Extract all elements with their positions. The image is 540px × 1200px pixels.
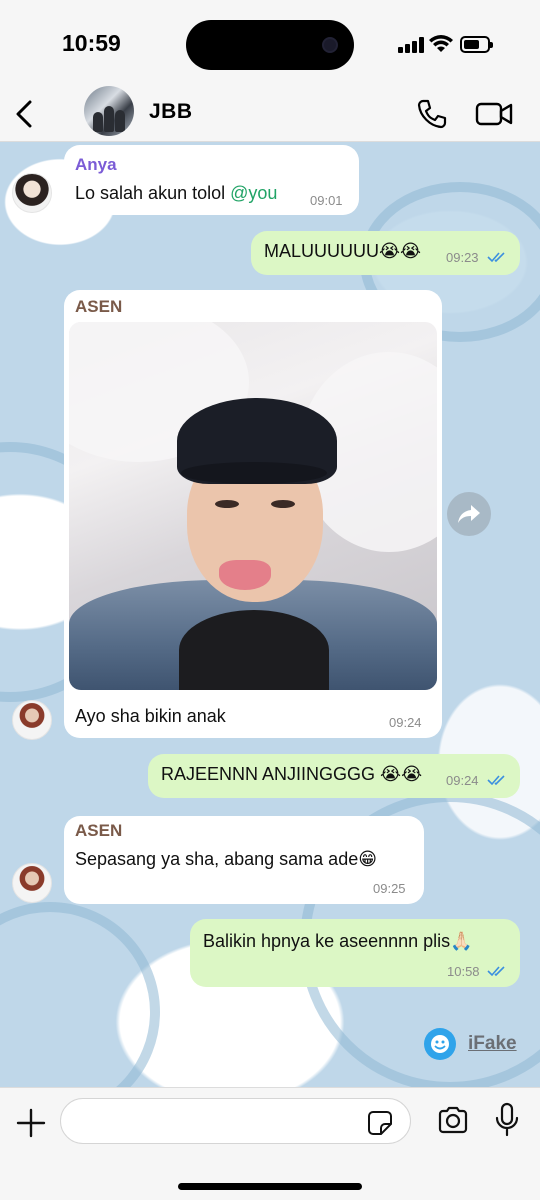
chat-title[interactable]: JBB [149, 100, 193, 124]
avatar[interactable] [12, 863, 52, 903]
avatar[interactable] [12, 173, 52, 213]
sender-name: Anya [75, 155, 117, 175]
plus-icon[interactable] [14, 1106, 48, 1140]
chat-header: JBB [0, 86, 540, 142]
message-text: MALUUUUUU😭😭 [264, 241, 422, 261]
chat-area[interactable]: Anya Lo salah akun tolol @you 09:01 MALU… [0, 142, 540, 1087]
message-input[interactable] [60, 1098, 411, 1144]
message-time: 09:24 [389, 715, 422, 730]
battery-level [464, 40, 480, 49]
smiley-icon [424, 1028, 456, 1060]
message-text: RAJEENNN ANJIINGGGG 😭😭 [161, 764, 423, 784]
sender-name-text: ASEN [75, 297, 123, 316]
message-text: Balikin hpnya ke aseennnn plis🙏🏻 [203, 931, 473, 951]
photo-attachment[interactable] [69, 322, 437, 690]
double-check-icon [487, 252, 505, 263]
sender-name: ASEN [75, 821, 122, 841]
message-bubble-incoming-photo[interactable]: ASEN Ayo sha bikin anak 09:24 [64, 290, 442, 738]
message-time: 09:01 [310, 193, 343, 208]
avatar[interactable] [12, 700, 52, 740]
message-bubble-outgoing[interactable]: RAJEENNN ANJIINGGGG 😭😭 09:24 [148, 754, 520, 798]
composer-bar [0, 1087, 540, 1200]
signal-icon [398, 37, 424, 53]
share-arrow-icon [458, 505, 480, 523]
group-avatar[interactable] [84, 86, 134, 136]
wifi-icon [429, 35, 453, 52]
home-indicator[interactable] [178, 1183, 362, 1190]
dynamic-island [186, 20, 354, 70]
phone-icon[interactable] [414, 96, 450, 132]
message-bubble-outgoing[interactable]: Balikin hpnya ke aseennnn plis🙏🏻 10:58 [190, 919, 520, 987]
status-time: 10:59 [62, 30, 121, 56]
message-bubble-outgoing[interactable]: MALUUUUUU😭😭 09:23 [251, 231, 520, 275]
sender-name: ASEN [75, 297, 122, 317]
mention-link[interactable]: @you [230, 183, 277, 203]
message-time: 09:24 [446, 773, 479, 788]
message-text: Lo salah akun tolol @you [75, 183, 277, 204]
sender-name-text: ASEN [75, 821, 123, 840]
message-time: 09:25 [373, 881, 406, 896]
message-time: 09:23 [446, 250, 479, 265]
sender-name-text: Anya [75, 155, 117, 174]
message-text-body: Lo salah akun tolol [75, 183, 231, 203]
message-text: Sepasang ya sha, abang sama ade😁 [75, 849, 377, 869]
battery-icon [460, 36, 493, 53]
message-text: Ayo sha bikin anak [75, 706, 226, 726]
message-bubble-incoming[interactable]: Anya Lo salah akun tolol @you 09:01 [64, 145, 359, 215]
share-button[interactable] [447, 492, 491, 536]
video-camera-icon[interactable] [474, 98, 514, 130]
double-check-icon [487, 775, 505, 786]
double-check-icon [487, 966, 505, 977]
message-time: 10:58 [447, 964, 480, 979]
status-bar: 10:59 [0, 0, 540, 88]
microphone-icon[interactable] [494, 1102, 520, 1138]
sticker-icon[interactable] [367, 1110, 393, 1136]
camera-icon[interactable] [436, 1104, 470, 1136]
watermark-label: iFake [468, 1033, 517, 1054]
chevron-left-icon[interactable] [10, 94, 40, 134]
front-camera-icon [322, 37, 338, 53]
message-bubble-incoming[interactable]: ASEN Sepasang ya sha, abang sama ade😁 09… [64, 816, 424, 904]
